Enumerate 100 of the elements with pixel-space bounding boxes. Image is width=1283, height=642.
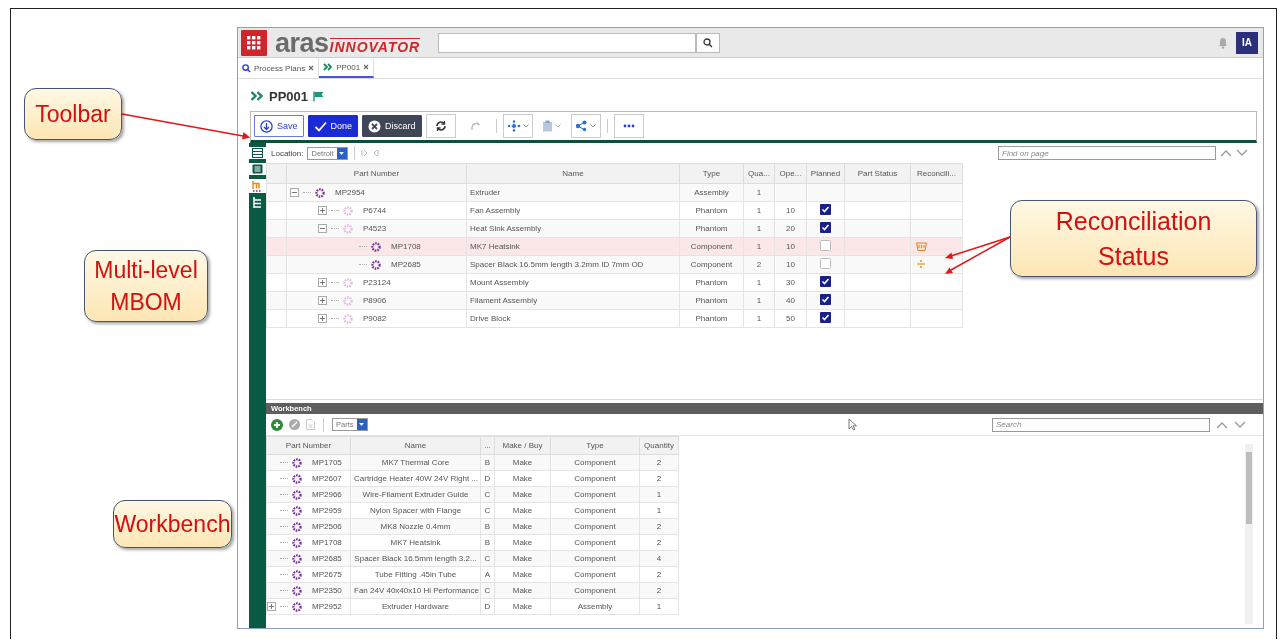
logo-subtitle: INNOVATOR xyxy=(329,37,421,55)
gear-icon xyxy=(292,601,302,612)
network-icon xyxy=(506,120,521,132)
expand-icon[interactable] xyxy=(318,278,327,287)
caret-icon xyxy=(590,124,597,128)
table-cell: MP2506 xyxy=(312,522,342,531)
expand-icon[interactable] xyxy=(318,314,327,323)
expand-icon[interactable] xyxy=(318,296,327,305)
refresh-button[interactable] xyxy=(425,114,456,138)
checkbox[interactable] xyxy=(820,312,831,323)
search-field[interactable]: Search xyxy=(992,417,1210,432)
redo-icon xyxy=(468,120,481,132)
search-field[interactable] xyxy=(438,32,697,53)
table-cell: Component xyxy=(550,470,640,487)
table-cell: Make xyxy=(494,598,551,615)
table-cell: Nylon Spacer with Flange xyxy=(350,502,481,519)
item-title: PP001 xyxy=(269,88,309,104)
close-icon[interactable] xyxy=(308,65,315,71)
table-cell: P23124 xyxy=(363,278,391,287)
chevrons-icon xyxy=(250,91,264,101)
checkbox[interactable] xyxy=(820,294,831,305)
table-cell: P8906 xyxy=(363,296,387,305)
gear-icon xyxy=(292,473,302,484)
column-header[interactable]: Part Number xyxy=(286,163,467,184)
menu-icon[interactable] xyxy=(241,29,267,56)
tree-icon[interactable] xyxy=(252,197,263,209)
collapse-icon[interactable] xyxy=(318,224,327,233)
close-icon[interactable] xyxy=(363,64,370,70)
checkbox[interactable] xyxy=(820,258,831,269)
column-header[interactable]: Type xyxy=(550,436,640,455)
cursor-icon xyxy=(847,418,858,431)
structure-icon[interactable] xyxy=(252,180,263,192)
checkbox[interactable] xyxy=(820,222,831,233)
up-icon[interactable] xyxy=(1216,420,1228,429)
table-cell: Component xyxy=(550,534,640,551)
table-cell: Cartridge Heater 40W 24V Right ... xyxy=(350,470,481,487)
checkbox[interactable] xyxy=(820,204,831,215)
column-header[interactable]: Make / Buy xyxy=(494,436,551,455)
download-icon xyxy=(260,119,273,133)
table-cell: Mount Assembly xyxy=(466,273,680,292)
column-header[interactable]: Qua... xyxy=(743,163,775,184)
gear-icon xyxy=(292,505,302,516)
column-header[interactable]: Name xyxy=(350,436,481,455)
table-cell: MP1708 xyxy=(391,242,421,251)
expand-icon[interactable] xyxy=(267,602,276,611)
table-cell: Drive Block xyxy=(466,309,680,328)
gear-icon xyxy=(343,277,353,288)
flag-icon[interactable] xyxy=(313,90,325,102)
table-cell: P6744 xyxy=(363,206,387,215)
table-cell: 10 xyxy=(774,201,807,220)
column-header[interactable]: Planned xyxy=(806,163,845,184)
table-cell: MP2675 xyxy=(312,570,342,579)
table-cell: MP2607 xyxy=(312,474,342,483)
table-cell: 1 xyxy=(743,201,775,220)
add-icon[interactable] xyxy=(271,418,283,431)
table-cell: Phantom xyxy=(679,273,744,292)
table-cell: C xyxy=(480,502,495,519)
column-header[interactable]: Part Status xyxy=(844,163,911,184)
collapse-icon[interactable] xyxy=(290,188,299,197)
caret-icon xyxy=(339,151,345,155)
checkbox[interactable] xyxy=(820,276,831,287)
save-button[interactable]: Save xyxy=(254,115,304,137)
clipboard-icon xyxy=(542,120,554,132)
share-dropdown[interactable] xyxy=(570,114,601,138)
done-button[interactable]: Done xyxy=(307,115,359,137)
callout: Reconciliation Status xyxy=(1010,200,1257,277)
user-avatar[interactable]: IA xyxy=(1236,31,1258,54)
table-cell: Phantom xyxy=(679,309,744,328)
column-header[interactable]: Part Number xyxy=(266,436,351,455)
table-cell: Make xyxy=(494,566,551,583)
table-cell: D xyxy=(480,470,495,487)
structure-dropdown[interactable] xyxy=(502,114,533,138)
form-icon[interactable] xyxy=(252,148,263,158)
list-icon[interactable] xyxy=(252,164,263,174)
table-cell: 2 xyxy=(639,470,679,487)
table-cell: A xyxy=(480,566,495,583)
up-icon[interactable] xyxy=(1220,149,1232,157)
column-header[interactable]: Reconcili... xyxy=(910,163,963,184)
gear-icon xyxy=(343,313,353,324)
column-header[interactable]: Name xyxy=(466,163,680,184)
table-cell: MP1705 xyxy=(312,458,342,467)
find-field[interactable]: Find on page xyxy=(998,146,1216,160)
table-cell: 1 xyxy=(743,273,775,292)
tab[interactable]: PP001 xyxy=(319,58,375,78)
down-icon[interactable] xyxy=(1236,149,1248,157)
down-icon[interactable] xyxy=(1234,420,1246,429)
caret-icon xyxy=(359,423,364,426)
close-icon xyxy=(368,119,382,133)
table-cell: MK7 Heatsink xyxy=(350,534,481,551)
discard-button[interactable]: Discard xyxy=(362,115,422,137)
column-header[interactable]: Ope... xyxy=(774,163,807,184)
checkbox[interactable] xyxy=(820,240,831,251)
table-cell: Component xyxy=(550,566,640,583)
search-button[interactable] xyxy=(696,32,721,53)
expand-icon[interactable] xyxy=(318,206,327,215)
gear-icon xyxy=(292,521,302,532)
column-header[interactable]: Type xyxy=(679,163,744,184)
scrollbar[interactable] xyxy=(1245,444,1253,624)
column-header[interactable]: Quantity xyxy=(639,436,679,455)
gear-icon xyxy=(292,537,302,548)
